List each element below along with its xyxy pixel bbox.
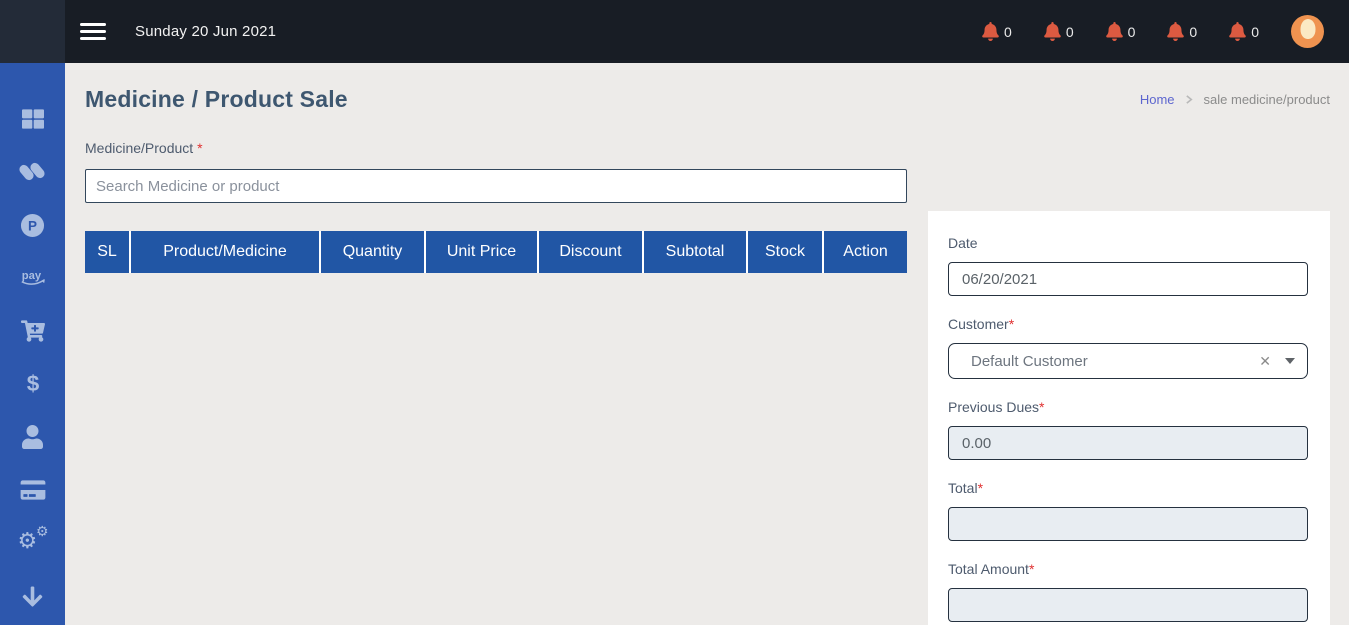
topbar-date: Sunday 20 Jun 2021 [135, 23, 276, 40]
sidebar-item-download[interactable] [18, 584, 48, 608]
table-header-subtotal: Subtotal [644, 231, 748, 273]
sidebar-header-block [0, 0, 65, 63]
notification-count: 0 [1251, 24, 1259, 40]
total-amount-label-text: Total Amount [948, 561, 1029, 577]
customer-field-group: Customer* Default Customer ✕ [948, 316, 1308, 379]
table-header-quantity: Quantity [321, 231, 426, 273]
pay-icon: pay [18, 267, 48, 289]
table-header-action: Action [824, 231, 907, 273]
bell-icon [1167, 22, 1184, 41]
date-field-group: Date [948, 235, 1308, 296]
topbar-right: 0 0 0 0 0 [982, 15, 1349, 48]
breadcrumb: Home sale medicine/product [1140, 92, 1330, 107]
svg-text:$: $ [26, 372, 39, 396]
arrow-down-icon [22, 585, 43, 608]
sidebar-item-medicine[interactable] [18, 160, 48, 184]
bell-icon [1229, 22, 1246, 41]
sale-items-table-header: SL Product/Medicine Quantity Unit Price … [85, 231, 907, 273]
customer-label-text: Customer [948, 316, 1009, 332]
sidebar-item-sale[interactable]: $ [18, 372, 48, 396]
breadcrumb-current: sale medicine/product [1204, 92, 1330, 107]
chevron-right-icon [1185, 95, 1194, 104]
previous-dues-label: Previous Dues* [948, 399, 1308, 415]
notification-count: 0 [1004, 24, 1012, 40]
total-input [948, 507, 1308, 541]
table-header-unit-price: Unit Price [426, 231, 539, 273]
sidebar-item-dashboard[interactable] [18, 107, 48, 131]
gears-icon: ⚙⚙ [18, 530, 48, 556]
total-field-group: Total* [948, 480, 1308, 541]
table-header-discount: Discount [539, 231, 644, 273]
medicine-product-label: Medicine/Product * [85, 140, 1349, 156]
hamburger-menu-icon[interactable] [80, 23, 106, 40]
previous-dues-field-group: Previous Dues* [948, 399, 1308, 460]
customer-label: Customer* [948, 316, 1308, 332]
sale-summary-card: Date Customer* Default Customer ✕ Previo… [928, 211, 1330, 625]
required-asterisk: * [1039, 399, 1044, 415]
svg-text:P: P [28, 218, 37, 233]
bell-icon [1106, 22, 1123, 41]
total-amount-input [948, 588, 1308, 622]
chevron-down-icon[interactable] [1285, 358, 1295, 364]
clear-selection-icon[interactable]: ✕ [1259, 354, 1271, 368]
notification-count: 0 [1128, 24, 1136, 40]
previous-dues-label-text: Previous Dues [948, 399, 1039, 415]
required-asterisk: * [197, 140, 202, 156]
medicine-product-label-text: Medicine/Product [85, 140, 193, 156]
dollar-icon: $ [26, 372, 40, 396]
dashboard-icon [22, 108, 44, 130]
sidebar-item-payment[interactable]: pay [18, 266, 48, 290]
date-label: Date [948, 235, 1308, 251]
notification-count: 0 [1189, 24, 1197, 40]
user-icon [21, 425, 44, 449]
table-header-product: Product/Medicine [131, 231, 321, 273]
table-header-stock: Stock [748, 231, 824, 273]
date-input[interactable] [948, 262, 1308, 296]
capsules-icon [19, 160, 47, 184]
medicine-search-input[interactable] [85, 169, 907, 203]
user-avatar[interactable] [1291, 15, 1324, 48]
bell-icon [1044, 22, 1061, 41]
svg-text:pay: pay [21, 270, 41, 282]
bell-icon [982, 22, 999, 41]
sidebar-item-purchase[interactable] [18, 319, 48, 343]
notification-count: 0 [1066, 24, 1074, 40]
notification-bell-4[interactable]: 0 [1167, 22, 1197, 41]
total-label: Total* [948, 480, 1308, 496]
customer-selected-value: Default Customer [971, 353, 1259, 370]
page-header: Medicine / Product Sale Home sale medici… [85, 86, 1330, 113]
notification-bell-5[interactable]: 0 [1229, 22, 1259, 41]
notification-bell-2[interactable]: 0 [1044, 22, 1074, 41]
page-title: Medicine / Product Sale [85, 86, 348, 113]
sidebar-item-settings[interactable]: ⚙⚙ [18, 531, 48, 555]
sidebar-item-customer[interactable] [18, 425, 48, 449]
customer-select[interactable]: Default Customer ✕ [948, 343, 1308, 379]
total-amount-field-group: Total Amount* [948, 561, 1308, 622]
total-label-text: Total [948, 480, 978, 496]
sidebar-item-product[interactable]: P [18, 213, 48, 237]
sidebar: P pay $ ⚙⚙ [0, 63, 65, 625]
main-content: Medicine / Product Sale Home sale medici… [65, 63, 1349, 625]
sidebar-item-accounts[interactable] [18, 478, 48, 502]
notification-bell-3[interactable]: 0 [1106, 22, 1136, 41]
required-asterisk: * [1009, 316, 1014, 332]
required-asterisk: * [1029, 561, 1034, 577]
total-amount-label: Total Amount* [948, 561, 1308, 577]
previous-dues-input [948, 426, 1308, 460]
topbar: Sunday 20 Jun 2021 0 0 0 0 0 [0, 0, 1349, 63]
notification-bell-1[interactable]: 0 [982, 22, 1012, 41]
breadcrumb-home-link[interactable]: Home [1140, 92, 1175, 107]
cart-plus-icon [21, 320, 45, 342]
table-header-sl: SL [85, 231, 131, 273]
credit-card-icon [20, 479, 46, 501]
p-circle-icon: P [20, 213, 45, 238]
required-asterisk: * [978, 480, 983, 496]
